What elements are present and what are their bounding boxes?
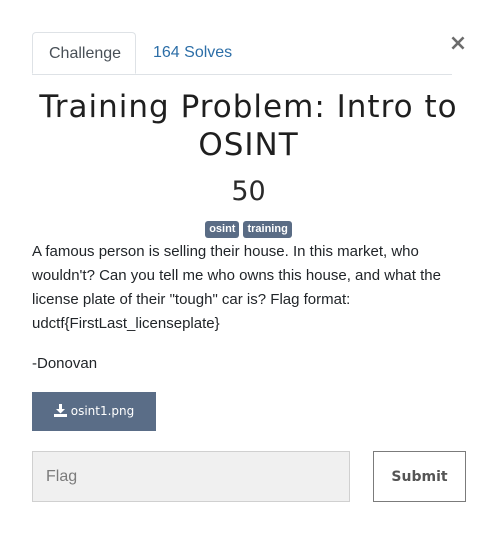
tag-badge-osint: osint	[205, 221, 240, 238]
challenge-description: A famous person is selling their house. …	[32, 240, 462, 392]
submit-button[interactable]: Submit	[373, 451, 466, 502]
description-author: -Donovan	[32, 355, 98, 372]
tag-badge-training: training	[243, 221, 292, 238]
download-icon	[53, 404, 67, 417]
tab-challenge[interactable]: Challenge	[32, 32, 136, 74]
flag-input[interactable]	[32, 451, 350, 502]
description-paragraph: A famous person is selling their house. …	[32, 243, 441, 332]
tab-bar: Challenge 164 Solves	[32, 32, 452, 75]
file-name: osint1.png	[70, 404, 135, 418]
tab-solves[interactable]: 164 Solves	[137, 32, 248, 73]
tag-list: osint training	[0, 221, 497, 238]
close-icon[interactable]: ×	[448, 32, 468, 56]
challenge-value: 50	[231, 176, 266, 207]
download-file-button[interactable]: osint1.png	[32, 392, 156, 431]
challenge-modal: Challenge 164 Solves × Training Problem:…	[0, 0, 497, 551]
challenge-title: Training Problem: Intro to OSINT	[39, 89, 458, 163]
